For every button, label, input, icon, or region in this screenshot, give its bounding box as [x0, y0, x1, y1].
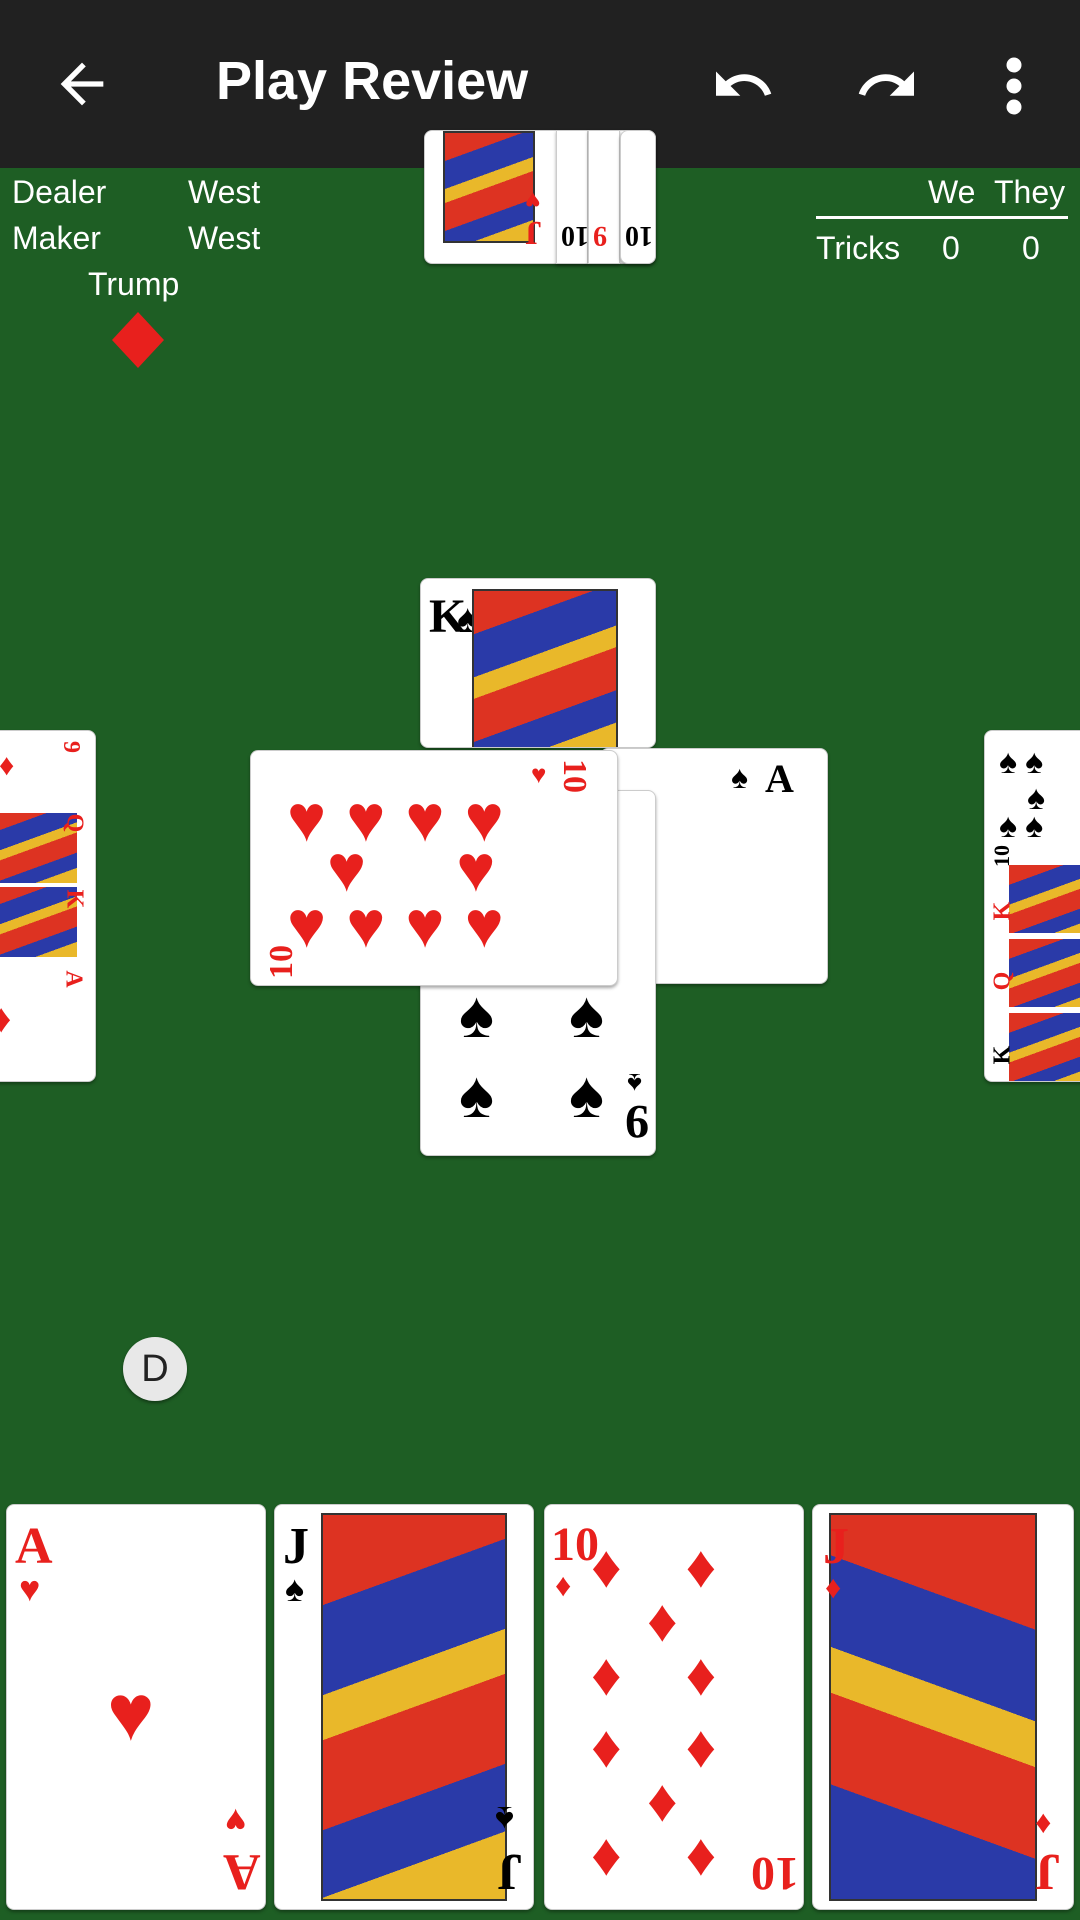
east-hand: ♠♠ ♠ ♠♠ 10 K Q K	[984, 730, 1080, 1082]
card-suit: ♠	[495, 1799, 515, 1840]
card-face-art	[828, 1513, 1037, 1901]
card-rank: 10	[625, 220, 653, 251]
card-suit: ♦	[0, 999, 11, 1039]
card-rank: Q	[989, 971, 1016, 991]
card-rank: Q	[61, 813, 88, 833]
card-pips-row: ♦♦	[591, 1713, 781, 1780]
north-hand-card: 10	[556, 130, 588, 264]
card-rank: J	[823, 1518, 849, 1575]
score-divider	[816, 216, 1068, 219]
card-rank: K	[989, 1045, 1016, 1065]
arrow-left-icon[interactable]	[50, 52, 114, 116]
dealer-chip: D	[123, 1337, 187, 1401]
card-suit: ♠	[285, 1568, 305, 1609]
card-suit: ♠	[569, 1057, 605, 1131]
card-rank: A	[15, 1518, 53, 1575]
card-rank: J	[525, 214, 542, 251]
north-hand-card: 10	[620, 130, 656, 264]
tricks-label: Tricks	[816, 230, 901, 266]
card-suit: ♥	[225, 1801, 247, 1842]
card-pips-row: ♦♦	[591, 1533, 781, 1600]
dealer-value: West	[188, 174, 261, 210]
we-tricks-value: 0	[942, 230, 960, 266]
they-tricks-value: 0	[1022, 230, 1040, 266]
card-face-art	[472, 589, 618, 747]
north-hand-card: 9	[588, 130, 620, 264]
card-rank: J	[497, 1843, 523, 1900]
card-rank: K	[989, 901, 1016, 921]
diamond-icon	[112, 312, 164, 368]
score-we-label: We	[928, 174, 976, 210]
card-suit: ♦	[1035, 1807, 1052, 1843]
card-rank: 10	[556, 759, 593, 793]
card-rank: 9	[593, 220, 607, 251]
card-rank: 10	[263, 945, 300, 979]
card-suit: ♥	[531, 759, 547, 789]
hand-card-jack-spades[interactable]: J ♠ ♠ J	[274, 1504, 534, 1910]
card-suit: ♠♠	[999, 743, 1052, 781]
card-pips-row: ♦♦	[591, 1641, 781, 1708]
card-center-pip: ♥	[107, 1668, 155, 1757]
card-suit: ♦	[555, 1567, 572, 1603]
hand-card-ten-diamonds[interactable]: 10 ♦ ♦♦ ♦ ♦♦ ♦♦ ♦ ♦♦ 10	[544, 1504, 804, 1910]
card-rank: A	[223, 1843, 261, 1900]
card-suit: ♥	[525, 186, 541, 215]
card-face-art	[1009, 939, 1080, 1007]
trick-card-north: K ♠	[420, 578, 656, 748]
card-suit: ♦	[825, 1569, 842, 1605]
card-rank: 10	[989, 845, 1014, 867]
card-rank: 10	[751, 1847, 799, 1900]
dealer-label: Dealer	[12, 174, 107, 210]
hand-card-jack-diamonds[interactable]: J ♦ ♦ J	[812, 1504, 1074, 1910]
card-face-art	[1009, 865, 1080, 933]
card-face-art	[321, 1513, 508, 1901]
trump-label: Trump	[88, 266, 180, 302]
hand-card-ace-hearts[interactable]: A ♥ ♥ ♥ A	[6, 1504, 266, 1910]
card-suit: ♦	[0, 749, 15, 782]
maker-value: West	[188, 220, 261, 256]
redo-icon[interactable]	[852, 58, 922, 112]
card-suit: ♠♠	[999, 807, 1052, 845]
card-suit: ♠	[627, 1068, 642, 1099]
card-suit: ♥	[19, 1568, 41, 1609]
card-suit: ♠	[569, 977, 605, 1051]
card-rank: 9	[625, 1095, 649, 1148]
card-face-art	[1009, 1013, 1080, 1081]
card-suit: ♠	[731, 759, 748, 795]
card-rank: J	[1035, 1843, 1061, 1900]
card-rank: 10	[561, 220, 588, 251]
score-they-label: They	[994, 174, 1066, 210]
card-suit: ♠	[459, 977, 495, 1051]
card-rank: A	[765, 756, 794, 801]
card-rank: A	[60, 970, 87, 988]
card-suit: ♠	[459, 1057, 495, 1131]
trick-card-west: 10 ♥ ♥♥♥♥ ♥♥ ♥♥♥♥ 10	[250, 750, 618, 986]
card-rank: J	[283, 1518, 309, 1575]
card-rank: 9	[58, 741, 84, 753]
west-hand: ♦ 9 Q K A ♦	[0, 730, 96, 1082]
more-vert-icon[interactable]	[996, 56, 1032, 116]
card-rank: K	[61, 889, 88, 909]
card-pips-row: ♥♥♥♥	[287, 887, 524, 961]
page-title: Play Review	[216, 51, 529, 111]
maker-label: Maker	[12, 220, 101, 256]
undo-icon[interactable]	[708, 58, 778, 112]
card-face-art	[443, 131, 536, 244]
